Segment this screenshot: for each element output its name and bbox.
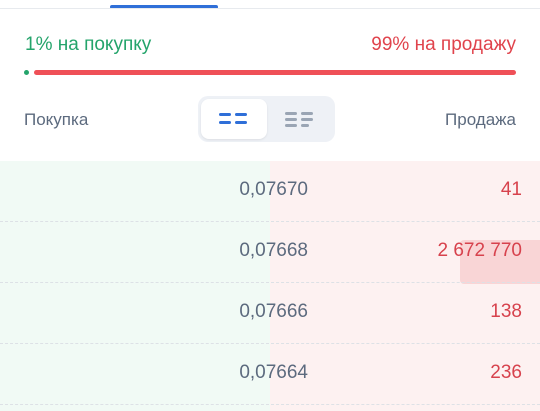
order-price: 0,07666 xyxy=(239,301,308,322)
order-quantity: 2 672 770 xyxy=(437,240,522,261)
order-row[interactable]: 0,07666 138 xyxy=(0,283,540,344)
order-book-view-toggle xyxy=(198,96,335,142)
order-book-sell-icon xyxy=(285,112,313,127)
divider xyxy=(0,8,540,9)
order-row[interactable]: 0,07664 236 xyxy=(0,344,540,405)
order-book-both-icon xyxy=(219,113,247,124)
buy-sell-ratio-bar xyxy=(24,70,516,75)
buy-ratio-fill xyxy=(24,70,29,75)
sell-ratio-fill xyxy=(34,70,516,75)
order-price: 0,07664 xyxy=(239,362,308,383)
buy-ratio-label: 1% на покупку xyxy=(25,34,152,55)
order-book: 0,07670 41 0,07668 2 672 770 0,07666 138… xyxy=(0,161,540,411)
order-price: 0,07670 xyxy=(239,179,308,200)
sell-column-header: Продажа xyxy=(445,110,516,129)
order-quantity: 41 xyxy=(500,179,522,200)
order-quantity: 138 xyxy=(490,301,522,322)
sell-ratio-label: 99% на продажу xyxy=(371,34,516,55)
row-separator xyxy=(0,404,540,405)
order-row[interactable]: 0,07668 2 672 770 xyxy=(0,222,540,284)
order-price: 0,07668 xyxy=(239,240,308,261)
order-row[interactable]: 0,07670 41 xyxy=(0,161,540,222)
buy-column-header: Покупка xyxy=(24,110,89,129)
order-quantity: 236 xyxy=(490,362,522,383)
order-book-sell-button[interactable] xyxy=(267,99,333,139)
order-book-both-button[interactable] xyxy=(201,99,267,139)
